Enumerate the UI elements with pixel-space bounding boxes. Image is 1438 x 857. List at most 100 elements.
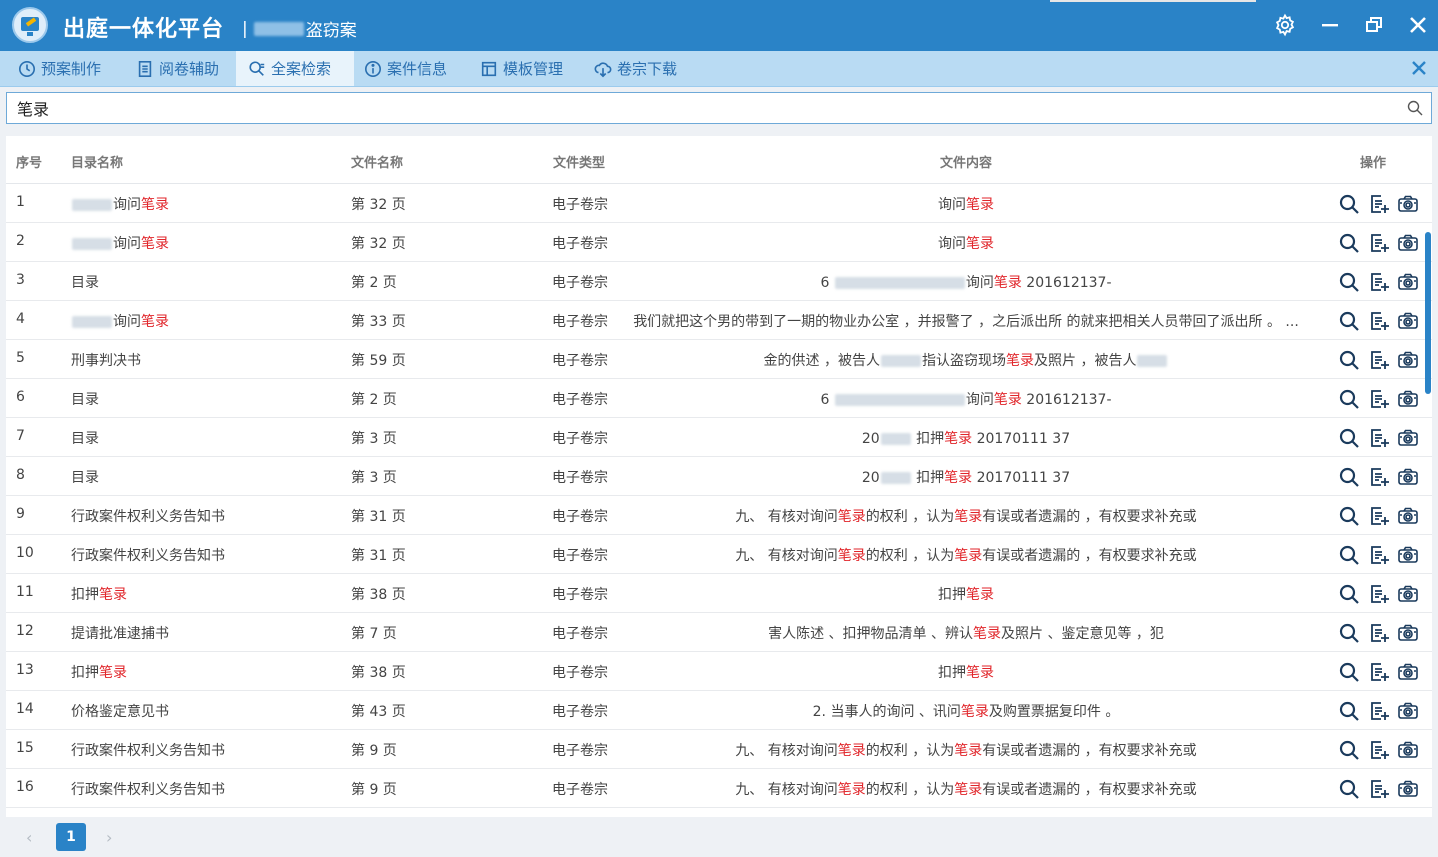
table-row[interactable]: 5 刑事判决书 第 59 页 电子卷宗 金的供述 ，被告人 指认盗窃现场笔录及照片 ，被告… xyxy=(6,339,1432,379)
table-row[interactable]: 13 扣押笔录第 38 页电子卷宗 扣押笔录 xyxy=(6,651,1432,691)
table-row[interactable]: 10 行政案件权利义务告知书第 31 页电子卷宗 九、 有核对询问笔录的权利 ，认为… xyxy=(6,534,1432,574)
content-text: 的权利 ，认为 xyxy=(865,548,955,564)
table-row[interactable]: 12 提请批准逮捕书第 7 页电子卷宗 害人陈述 、扣押物品清单 、辨认笔录及照片 … xyxy=(6,612,1432,652)
add-note-icon[interactable] xyxy=(1368,583,1390,605)
next-page-button[interactable]: › xyxy=(106,828,112,847)
redacted-text xyxy=(834,394,965,406)
camera-icon[interactable] xyxy=(1397,193,1419,215)
add-note-icon[interactable] xyxy=(1368,310,1390,332)
camera-icon[interactable] xyxy=(1397,271,1419,293)
row-catalog: 行政案件权利义务告知书 xyxy=(71,740,225,760)
magnify-icon[interactable] xyxy=(1338,388,1360,410)
table-row[interactable]: 2 询问笔录第 32 页电子卷宗 询问笔录 xyxy=(6,222,1432,262)
camera-icon[interactable] xyxy=(1397,232,1419,254)
camera-icon[interactable] xyxy=(1397,427,1419,449)
magnify-icon[interactable] xyxy=(1338,661,1360,683)
table-row[interactable]: 3 目录 第 2 页 电子卷宗 6 询问笔录 201612137- xyxy=(6,261,1432,301)
camera-icon[interactable] xyxy=(1397,544,1419,566)
title-bar: 出庭一体化平台 | 盗窃案 xyxy=(0,0,1438,51)
camera-icon[interactable] xyxy=(1397,310,1419,332)
add-note-icon[interactable] xyxy=(1368,778,1390,800)
magnify-icon[interactable] xyxy=(1338,544,1360,566)
add-note-icon[interactable] xyxy=(1368,349,1390,371)
magnify-icon[interactable] xyxy=(1338,739,1360,761)
camera-icon[interactable] xyxy=(1397,349,1419,371)
magnify-icon[interactable] xyxy=(1338,271,1360,293)
scrollbar[interactable] xyxy=(1424,183,1432,817)
magnify-icon[interactable] xyxy=(1338,700,1360,722)
magnify-icon[interactable] xyxy=(1338,310,1360,332)
table-row[interactable]: 11 扣押笔录第 38 页电子卷宗 扣押笔录 xyxy=(6,573,1432,613)
prev-page-button[interactable]: ‹ xyxy=(26,828,32,847)
add-note-icon[interactable] xyxy=(1368,427,1390,449)
content-highlight: 笔录 xyxy=(837,548,866,564)
camera-icon[interactable] xyxy=(1397,388,1419,410)
add-note-icon[interactable] xyxy=(1368,739,1390,761)
magnify-icon[interactable] xyxy=(1338,349,1360,371)
magnify-icon[interactable] xyxy=(1338,583,1360,605)
tab-plan-making[interactable]: 预案制作 xyxy=(10,51,136,86)
close-tab-icon[interactable] xyxy=(1408,57,1430,79)
magnify-icon[interactable] xyxy=(1338,505,1360,527)
add-note-icon[interactable] xyxy=(1368,271,1390,293)
camera-icon[interactable] xyxy=(1397,583,1419,605)
search-input[interactable] xyxy=(7,93,1417,123)
minimize-icon[interactable] xyxy=(1318,13,1342,37)
add-note-icon[interactable] xyxy=(1368,700,1390,722)
tab-file-download[interactable]: 卷宗下载 xyxy=(586,51,702,86)
restore-icon[interactable] xyxy=(1362,13,1386,37)
camera-icon[interactable] xyxy=(1397,505,1419,527)
row-catalog: 行政案件权利义务告知书 xyxy=(71,545,225,565)
tab-reading-assist[interactable]: 阅卷辅助 xyxy=(128,51,244,86)
camera-icon[interactable] xyxy=(1397,739,1419,761)
table-row[interactable]: 16 行政案件权利义务告知书第 9 页电子卷宗 九、 有核对询问笔录的权利 ，认为笔… xyxy=(6,768,1432,808)
add-note-icon[interactable] xyxy=(1368,622,1390,644)
table-row[interactable]: 6 目录 第 2 页 电子卷宗 6 询问笔录 201612137- xyxy=(6,378,1432,418)
table-row[interactable]: 4 询问笔录 第 33 页 电子卷宗 我们就把这个男的带到了一期的物业办公室 ，并报警了… xyxy=(6,300,1432,340)
scrollbar-thumb[interactable] xyxy=(1425,232,1431,394)
table-row[interactable]: 7 目录 第 3 页 电子卷宗 20 扣押笔录 20170111 37 xyxy=(6,417,1432,457)
content-highlight: 笔录 xyxy=(1006,353,1034,369)
catalog-highlight: 笔录 xyxy=(141,236,169,252)
tab-template-manage[interactable]: 模板管理 xyxy=(472,51,588,86)
add-note-icon[interactable] xyxy=(1368,193,1390,215)
magnify-icon[interactable] xyxy=(1338,427,1360,449)
table-row[interactable]: 8 目录 第 3 页 电子卷宗 20 扣押笔录 20170111 37 xyxy=(6,456,1432,496)
close-icon[interactable] xyxy=(1406,13,1430,37)
magnify-icon[interactable] xyxy=(1338,466,1360,488)
row-file-name: 第 9 页 xyxy=(351,743,397,759)
add-note-icon[interactable] xyxy=(1368,544,1390,566)
camera-icon[interactable] xyxy=(1397,466,1419,488)
content-highlight: 笔录 xyxy=(966,236,994,252)
gear-icon[interactable] xyxy=(1273,13,1297,37)
row-file-type: 电子卷宗 xyxy=(552,197,608,213)
add-note-icon[interactable] xyxy=(1368,661,1390,683)
camera-icon[interactable] xyxy=(1397,622,1419,644)
camera-icon[interactable] xyxy=(1397,700,1419,722)
catalog-text: 扣押 xyxy=(71,665,99,681)
content-text: 九、 有核对询问 xyxy=(735,548,838,564)
table-row[interactable]: 15 行政案件权利义务告知书第 9 页电子卷宗 九、 有核对询问笔录的权利 ，认为笔… xyxy=(6,729,1432,769)
row-index: 4 xyxy=(16,311,25,327)
content-highlight: 笔录 xyxy=(993,275,1022,291)
add-note-icon[interactable] xyxy=(1368,505,1390,527)
magnify-icon[interactable] xyxy=(1338,193,1360,215)
camera-icon[interactable] xyxy=(1397,661,1419,683)
page-button-current[interactable]: 1 xyxy=(56,823,86,851)
magnify-icon[interactable] xyxy=(1338,778,1360,800)
table-row[interactable]: 14 价格鉴定意见书 第 43 页 电子卷宗 2. 当事人的询问 、讯问笔录及购置票据复… xyxy=(6,690,1432,730)
add-note-icon[interactable] xyxy=(1368,232,1390,254)
tab-full-search[interactable]: 全案检索 xyxy=(236,51,354,86)
add-note-icon[interactable] xyxy=(1368,388,1390,410)
tab-case-info[interactable]: 案件信息 xyxy=(356,51,472,86)
row-catalog: 目录 xyxy=(71,389,99,409)
magnify-icon[interactable] xyxy=(1338,622,1360,644)
add-note-icon[interactable] xyxy=(1368,466,1390,488)
camera-icon[interactable] xyxy=(1397,778,1419,800)
search-icon[interactable] xyxy=(1407,100,1423,116)
row-content: 询问笔录 xyxy=(618,194,1314,214)
table-row[interactable]: 1 询问笔录第 32 页电子卷宗 询问笔录 xyxy=(6,183,1432,223)
magnify-icon[interactable] xyxy=(1338,232,1360,254)
content-text: 扣押 xyxy=(911,431,945,447)
table-row[interactable]: 9 行政案件权利义务告知书第 31 页电子卷宗 九、 有核对询问笔录的权利 ，认为笔… xyxy=(6,495,1432,535)
